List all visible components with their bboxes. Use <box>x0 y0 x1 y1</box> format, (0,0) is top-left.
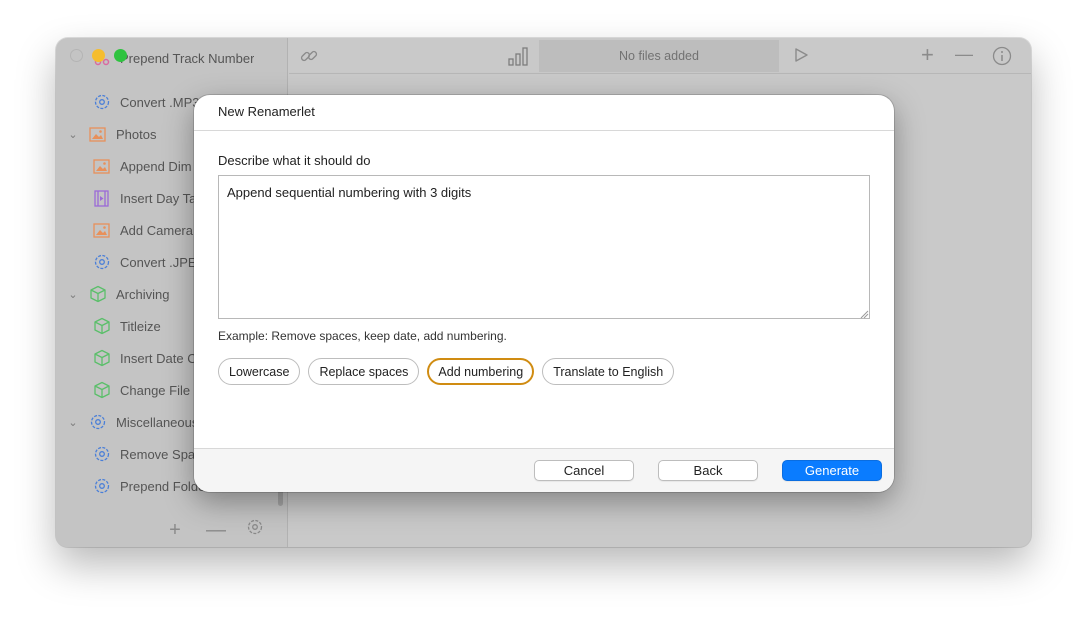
sidebar-item-label: Titleize <box>120 318 161 334</box>
settings-icon[interactable] <box>246 518 264 542</box>
film-icon <box>92 189 111 208</box>
chevron-down-icon[interactable]: ⌄ <box>67 416 79 429</box>
add-renamerlet-button[interactable]: + <box>166 519 184 542</box>
gear-icon <box>92 253 111 272</box>
photo-icon <box>92 221 111 240</box>
sidebar-item-prepend-folder[interactable]: Prepend Folde <box>92 475 205 497</box>
cube-icon <box>92 381 111 400</box>
chip-replace-spaces[interactable]: Replace spaces <box>308 358 420 385</box>
sidebar-group-miscellaneous[interactable]: ⌄ Miscellaneous <box>67 411 198 433</box>
example-hint: Example: Remove spaces, keep date, add n… <box>218 329 507 343</box>
sidebar-item-label: Insert Date C <box>120 350 197 366</box>
minimize-window-button[interactable] <box>92 49 105 62</box>
cancel-button[interactable]: Cancel <box>534 460 634 481</box>
status-text: No files added <box>619 49 699 63</box>
suggestion-chips: Lowercase Replace spaces Add numbering T… <box>218 358 675 385</box>
resize-grip-icon[interactable] <box>859 307 869 319</box>
sidebar-item-label: Append Dim <box>120 158 192 174</box>
sidebar-item-label: Insert Day Ta <box>120 190 197 206</box>
dialog-footer: Cancel Back Generate <box>194 449 894 492</box>
sidebar-item-add-camera[interactable]: Add Camera <box>92 219 193 241</box>
back-button[interactable]: Back <box>658 460 758 481</box>
status-display: No files added <box>539 40 779 72</box>
sidebar-item-convert-jpeg[interactable]: Convert .JPE <box>92 251 197 273</box>
chip-add-numbering[interactable]: Add numbering <box>427 358 535 385</box>
chip-lowercase[interactable]: Lowercase <box>218 358 301 385</box>
sidebar-item-append-dimensions[interactable]: Append Dim <box>92 155 192 177</box>
sidebar-group-photos[interactable]: ⌄ Photos <box>67 123 156 145</box>
sidebar-group-label: Miscellaneous <box>116 414 199 430</box>
description-input[interactable]: Append sequential numbering with 3 digit… <box>218 175 870 319</box>
dialog-title: New Renamerlet <box>218 104 315 119</box>
gear-icon <box>92 477 111 496</box>
chevron-down-icon[interactable]: ⌄ <box>67 128 79 141</box>
chip-translate-to-english[interactable]: Translate to English <box>542 358 675 385</box>
sidebar-footer: + — <box>166 518 264 542</box>
cube-icon <box>92 317 111 336</box>
photo-icon <box>92 157 111 176</box>
sidebar-item-label: Remove Spa <box>120 446 196 462</box>
chevron-down-icon[interactable]: ⌄ <box>67 288 79 301</box>
sidebar-group-label: Archiving <box>116 286 170 302</box>
info-icon[interactable] <box>992 46 1012 71</box>
sidebar-item-insert-date[interactable]: Insert Date C <box>92 347 197 369</box>
sidebar-item-change-file[interactable]: Change File <box>92 379 190 401</box>
link-icon[interactable] <box>299 46 319 71</box>
new-renamerlet-dialog: New Renamerlet Describe what it should d… <box>194 95 894 492</box>
maximize-window-button[interactable] <box>114 49 127 62</box>
sidebar-item-label: Prepend Folde <box>120 478 206 494</box>
describe-label: Describe what it should do <box>218 153 371 168</box>
sidebar-item-remove-spaces[interactable]: Remove Spa <box>92 443 195 465</box>
sidebar-group-label: Photos <box>116 126 157 142</box>
sidebar-item-label: Prepend Track Number <box>120 50 255 66</box>
add-file-button[interactable]: + <box>921 42 934 68</box>
close-window-button[interactable] <box>70 49 83 62</box>
play-icon[interactable] <box>792 46 810 69</box>
bar-chart-icon[interactable] <box>507 46 529 71</box>
gear-icon <box>88 413 107 432</box>
sidebar-item-label: Convert .MP3 <box>120 94 200 110</box>
gear-icon <box>92 445 111 464</box>
sidebar-item-label: Add Camera <box>120 222 193 238</box>
photo-icon <box>88 125 107 144</box>
toolbar: No files added + — <box>289 38 1031 74</box>
remove-renamerlet-button[interactable]: — <box>206 519 226 542</box>
gear-icon <box>92 93 111 112</box>
window-controls <box>70 49 127 62</box>
sidebar-group-archiving[interactable]: ⌄ Archiving <box>67 283 169 305</box>
sidebar-item-label: Change File <box>120 382 191 398</box>
remove-file-button[interactable]: — <box>955 44 973 65</box>
sidebar-item-convert-mp3[interactable]: Convert .MP3 <box>92 91 199 113</box>
sidebar-item-titleize[interactable]: Titleize <box>92 315 161 337</box>
generate-button[interactable]: Generate <box>782 460 882 481</box>
sidebar-item-insert-day[interactable]: Insert Day Ta <box>92 187 196 209</box>
divider <box>194 130 894 131</box>
cube-icon <box>88 285 107 304</box>
cube-icon <box>92 349 111 368</box>
sidebar-item-label: Convert .JPE <box>120 254 197 270</box>
